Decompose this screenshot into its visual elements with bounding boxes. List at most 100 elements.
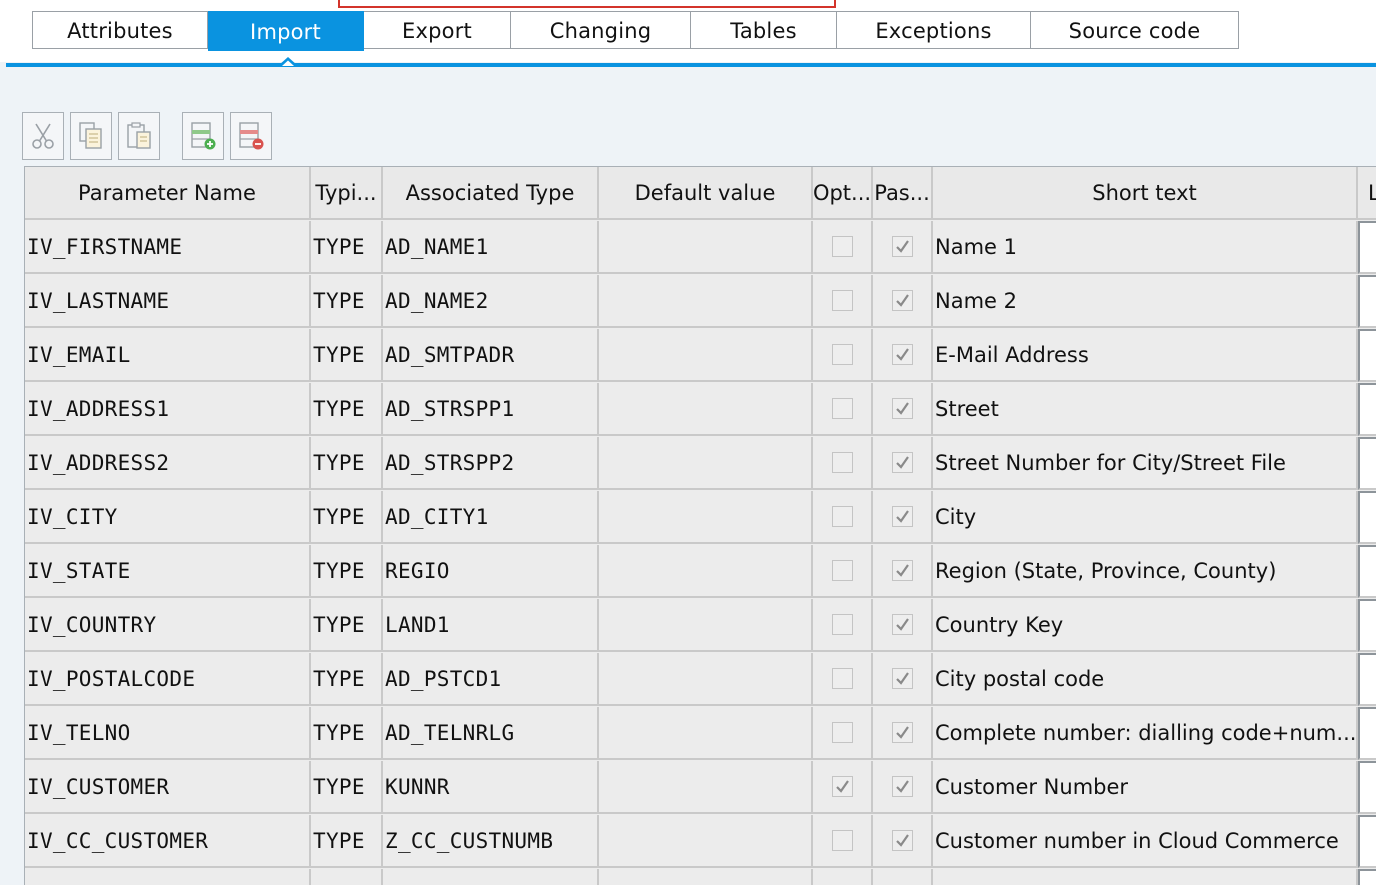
cell-typing[interactable]: TYPE <box>311 221 383 274</box>
long-text-button[interactable] <box>1358 761 1376 814</box>
cell-associated-type[interactable]: AD_SMTPADR <box>383 329 599 382</box>
table-row[interactable]: IV_CC_CUSTOMER TYPE Z_CC_CUSTNUMB Customer … <box>25 815 1376 869</box>
pass-value-checkbox[interactable] <box>891 722 913 743</box>
cell-short-text[interactable]: City postal code <box>933 653 1358 706</box>
cell-short-text[interactable]: Street <box>933 383 1358 436</box>
table-row[interactable]: IV_ADDRESS1 TYPE AD_STRSPP1 Street <box>25 383 1376 437</box>
cell-associated-type[interactable]: AD_NAME2 <box>383 275 599 328</box>
cell-typing[interactable]: TYPE <box>311 383 383 436</box>
cell-associated-type[interactable]: AD_STRSPP1 <box>383 383 599 436</box>
cell-default-value[interactable] <box>599 221 813 274</box>
cell-default-value[interactable] <box>599 599 813 652</box>
cell-typing[interactable]: TYPE <box>311 491 383 544</box>
cell-typing[interactable]: TYPE <box>311 707 383 760</box>
table-row[interactable]: IV_ADDRESS2 TYPE AD_STRSPP2 Street Number f… <box>25 437 1376 491</box>
cell-associated-type[interactable]: AD_NAME1 <box>383 221 599 274</box>
cell-default-value[interactable] <box>599 491 813 544</box>
cell-short-text[interactable]: Region (State, Province, County) <box>933 545 1358 598</box>
cell-short-text[interactable]: Customer number in Cloud Commerce <box>933 815 1358 868</box>
cut-button[interactable] <box>22 112 64 160</box>
cell-typing[interactable]: TYPE <box>311 545 383 598</box>
cell-parameter-name[interactable]: IV_FIRSTNAME <box>25 221 311 274</box>
cell-typing[interactable]: TYPE <box>311 653 383 706</box>
optional-checkbox[interactable] <box>831 236 853 257</box>
table-row[interactable]: IV_EMAIL TYPE AD_SMTPADR E-Mail Address <box>25 329 1376 383</box>
cell-typing[interactable] <box>311 869 383 885</box>
table-row[interactable]: IV_CUSTOMER TYPE KUNNR Customer Number <box>25 761 1376 815</box>
cell-default-value[interactable] <box>599 437 813 490</box>
cell-typing[interactable]: TYPE <box>311 815 383 868</box>
optional-checkbox[interactable] <box>831 560 853 581</box>
pass-value-checkbox[interactable] <box>891 614 913 635</box>
cell-short-text[interactable]: E-Mail Address <box>933 329 1358 382</box>
cell-parameter-name[interactable]: IV_CC_CUSTOMER <box>25 815 311 868</box>
long-text-button[interactable] <box>1358 221 1376 274</box>
cell-default-value[interactable] <box>599 383 813 436</box>
cell-default-value[interactable] <box>599 329 813 382</box>
cell-associated-type[interactable] <box>383 869 599 885</box>
tab-changing[interactable]: Changing <box>511 11 691 49</box>
col-header-long-text[interactable]: L <box>1358 167 1376 220</box>
col-header-pass-value[interactable]: Pas... <box>873 167 933 220</box>
table-row[interactable]: IV_LASTNAME TYPE AD_NAME2 Name 2 <box>25 275 1376 329</box>
long-text-button[interactable] <box>1358 275 1376 328</box>
cell-parameter-name[interactable]: IV_LASTNAME <box>25 275 311 328</box>
optional-checkbox[interactable] <box>831 452 853 473</box>
cell-parameter-name[interactable]: IV_TELNO <box>25 707 311 760</box>
col-header-optional[interactable]: Opt... <box>813 167 873 220</box>
optional-checkbox[interactable] <box>831 398 853 419</box>
long-text-button[interactable] <box>1358 869 1376 885</box>
optional-checkbox[interactable] <box>831 830 853 851</box>
pass-value-checkbox[interactable] <box>891 290 913 311</box>
col-header-typing[interactable]: Typi... <box>311 167 383 220</box>
insert-row-button[interactable] <box>182 112 224 160</box>
long-text-button[interactable] <box>1358 491 1376 544</box>
paste-button[interactable] <box>118 112 160 160</box>
cell-parameter-name[interactable] <box>25 869 311 885</box>
long-text-button[interactable] <box>1358 653 1376 706</box>
cell-short-text[interactable]: Complete number: dialling code+num... <box>933 707 1358 760</box>
cell-parameter-name[interactable]: IV_ADDRESS1 <box>25 383 311 436</box>
delete-row-button[interactable] <box>230 112 272 160</box>
cell-default-value[interactable] <box>599 761 813 814</box>
tab-import[interactable]: Import <box>208 11 364 51</box>
table-row[interactable]: IV_TELNO TYPE AD_TELNRLG Complete number: d… <box>25 707 1376 761</box>
long-text-button[interactable] <box>1358 599 1376 652</box>
cell-typing[interactable]: TYPE <box>311 437 383 490</box>
cell-associated-type[interactable]: AD_CITY1 <box>383 491 599 544</box>
pass-value-checkbox[interactable] <box>891 344 913 365</box>
cell-short-text[interactable]: Country Key <box>933 599 1358 652</box>
cell-associated-type[interactable]: KUNNR <box>383 761 599 814</box>
long-text-button[interactable] <box>1358 329 1376 382</box>
optional-checkbox[interactable] <box>831 290 853 311</box>
optional-checkbox[interactable] <box>831 722 853 743</box>
cell-default-value[interactable] <box>599 275 813 328</box>
cell-parameter-name[interactable]: IV_EMAIL <box>25 329 311 382</box>
pass-value-checkbox[interactable] <box>891 236 913 257</box>
cell-short-text[interactable] <box>933 869 1358 885</box>
cell-parameter-name[interactable]: IV_STATE <box>25 545 311 598</box>
pass-value-checkbox[interactable] <box>891 830 913 851</box>
cell-associated-type[interactable]: AD_PSTCD1 <box>383 653 599 706</box>
cell-parameter-name[interactable]: IV_ADDRESS2 <box>25 437 311 490</box>
pass-value-checkbox[interactable] <box>891 560 913 581</box>
col-header-default-value[interactable]: Default value <box>599 167 813 220</box>
pass-value-checkbox[interactable] <box>891 506 913 527</box>
long-text-button[interactable] <box>1358 707 1376 760</box>
optional-checkbox[interactable] <box>831 614 853 635</box>
cell-associated-type[interactable]: LAND1 <box>383 599 599 652</box>
pass-value-checkbox[interactable] <box>891 452 913 473</box>
cell-short-text[interactable]: Street Number for City/Street File <box>933 437 1358 490</box>
table-row[interactable]: IV_POSTALCODE TYPE AD_PSTCD1 City postal co… <box>25 653 1376 707</box>
cell-short-text[interactable]: Name 2 <box>933 275 1358 328</box>
tab-source-code[interactable]: Source code <box>1031 11 1239 49</box>
table-row[interactable]: IV_COUNTRY TYPE LAND1 Country Key <box>25 599 1376 653</box>
col-header-associated-type[interactable]: Associated Type <box>383 167 599 220</box>
tab-attributes[interactable]: Attributes <box>32 11 208 49</box>
cell-associated-type[interactable]: REGIO <box>383 545 599 598</box>
cell-typing[interactable]: TYPE <box>311 275 383 328</box>
cell-associated-type[interactable]: AD_TELNRLG <box>383 707 599 760</box>
cell-default-value[interactable] <box>599 707 813 760</box>
cell-parameter-name[interactable]: IV_CITY <box>25 491 311 544</box>
cell-typing[interactable]: TYPE <box>311 599 383 652</box>
